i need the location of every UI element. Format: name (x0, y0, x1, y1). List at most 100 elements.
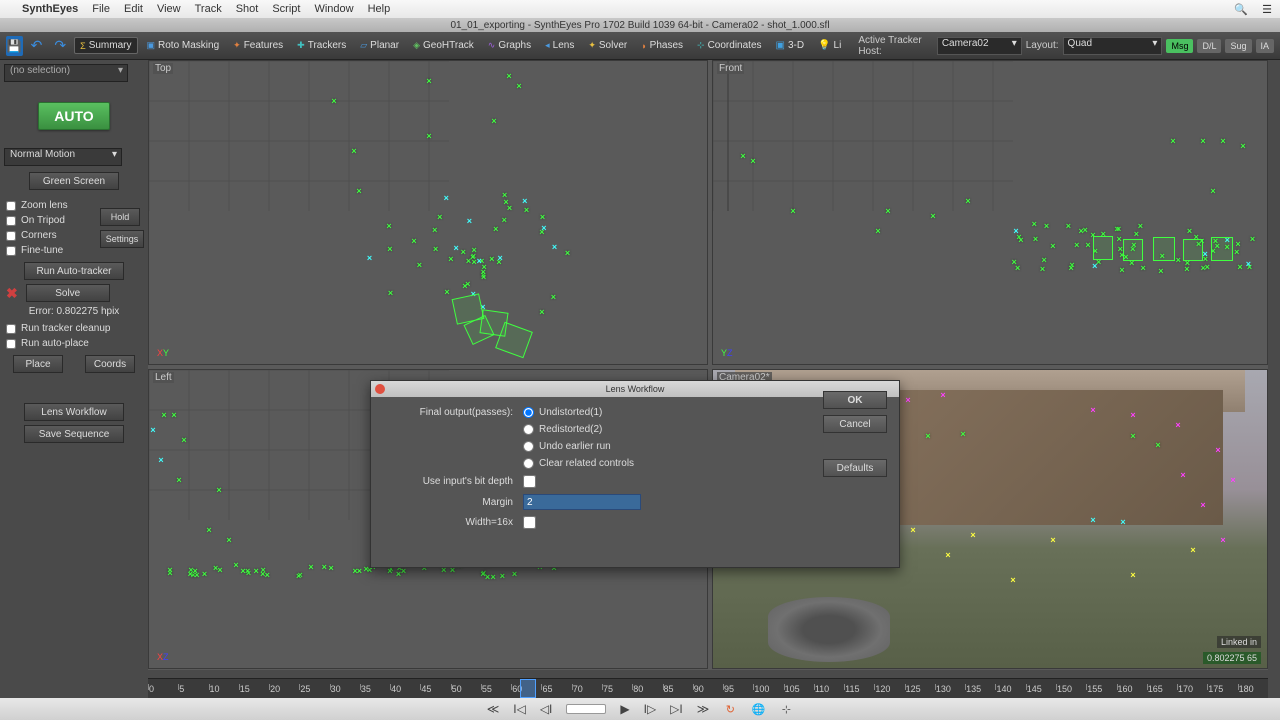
menu-window[interactable]: Window (314, 3, 353, 15)
timeline-tick[interactable]: 0 (148, 684, 178, 694)
tracker-marker[interactable]: × (522, 196, 527, 206)
timeline-tick[interactable]: 50 (451, 684, 481, 694)
timeline-tick[interactable]: 115 (844, 684, 874, 694)
tracker-marker[interactable]: × (167, 565, 172, 575)
tracker-marker[interactable]: × (539, 307, 544, 317)
tracker-marker[interactable]: × (506, 71, 511, 81)
tracker-marker[interactable]: × (1200, 500, 1205, 510)
tracker-marker[interactable]: × (245, 566, 250, 576)
menu-help[interactable]: Help (368, 3, 391, 15)
chip-ia[interactable]: IA (1256, 39, 1275, 53)
viewport-top[interactable]: Top ××××××××××××××××××××××××××××××××××××… (148, 60, 708, 365)
tracker-marker[interactable]: × (1246, 259, 1251, 269)
timeline-tick[interactable]: 95 (723, 684, 753, 694)
timeline-tick[interactable]: 80 (632, 684, 662, 694)
dialog-titlebar[interactable]: Lens Workflow (371, 381, 899, 397)
tracker-marker[interactable]: × (356, 186, 361, 196)
tracker-marker[interactable]: × (171, 410, 176, 420)
tracker-marker[interactable]: × (965, 196, 970, 206)
tracker-marker[interactable]: × (1187, 226, 1192, 236)
tracker-marker[interactable]: × (1170, 136, 1175, 146)
tab-roto[interactable]: ▣Roto Masking (142, 38, 225, 53)
tracker-marker[interactable]: × (1200, 136, 1205, 146)
tracker-marker[interactable]: × (1069, 263, 1074, 273)
close-icon[interactable] (375, 384, 385, 394)
ok-button[interactable]: OK (823, 391, 887, 409)
tracker-marker[interactable]: × (206, 525, 211, 535)
tracker-marker[interactable]: × (192, 566, 197, 576)
timeline-tick[interactable]: 35 (360, 684, 390, 694)
tracker-marker[interactable]: × (453, 243, 458, 253)
tracker-marker[interactable]: × (1130, 570, 1135, 580)
tracker-marker[interactable]: × (417, 260, 422, 270)
tracker-marker[interactable]: × (432, 225, 437, 235)
tab-3d[interactable]: ▣3-D (771, 38, 810, 53)
step-fwd-icon[interactable]: I▷ (644, 702, 657, 716)
tracker-marker[interactable]: × (1250, 234, 1255, 244)
tracker-marker[interactable]: × (1078, 226, 1083, 236)
play-icon[interactable]: ▶ (620, 702, 629, 716)
tracker-marker[interactable]: × (448, 254, 453, 264)
timeline-tick[interactable]: 160 (1117, 684, 1147, 694)
active-tracker-select[interactable]: Camera02 (937, 37, 1022, 55)
tracker-marker[interactable]: × (1090, 405, 1095, 415)
tracker-marker[interactable]: × (481, 267, 486, 277)
tab-li[interactable]: 💡Li (813, 38, 846, 53)
first-frame-icon[interactable]: ≪ (487, 702, 500, 716)
timeline-tick[interactable]: 45 (420, 684, 450, 694)
hold-button[interactable]: Hold (100, 208, 140, 226)
tracker-marker[interactable]: × (1033, 234, 1038, 244)
target-icon[interactable]: ⊹ (779, 702, 793, 716)
tracker-marker[interactable]: × (351, 146, 356, 156)
tracker-marker[interactable]: × (158, 455, 163, 465)
motion-select[interactable]: Normal Motion (4, 148, 122, 166)
cleanup-checkbox[interactable] (6, 324, 16, 334)
autoplace-checkbox[interactable] (6, 339, 16, 349)
tracker-marker[interactable]: × (940, 390, 945, 400)
tracker-marker[interactable]: × (485, 572, 490, 582)
tracker-marker[interactable]: × (357, 566, 362, 576)
undo-icon[interactable]: ↶ (31, 37, 43, 54)
timeline-tick[interactable]: 125 (905, 684, 935, 694)
cancel-button[interactable]: Cancel (823, 415, 887, 433)
tracker-marker[interactable]: × (240, 566, 245, 576)
timeline-tick[interactable]: 130 (935, 684, 965, 694)
tracker-marker[interactable]: × (322, 562, 327, 572)
on-tripod-checkbox[interactable] (6, 216, 16, 226)
chip-sug[interactable]: Sug (1225, 39, 1251, 53)
tab-solver[interactable]: ✦Solver (583, 38, 632, 53)
timeline-tick[interactable]: 165 (1147, 684, 1177, 694)
tracker-marker[interactable]: × (1130, 410, 1135, 420)
timeline-tick[interactable]: 100 (753, 684, 783, 694)
fine-tune-checkbox[interactable] (6, 246, 16, 256)
tracker-marker[interactable]: × (905, 395, 910, 405)
menu-icon[interactable]: ☰ (1262, 3, 1272, 16)
tracker-marker[interactable]: × (1158, 266, 1163, 276)
loop-icon[interactable]: ↻ (723, 702, 737, 716)
tracker-marker[interactable]: × (524, 205, 529, 215)
timeline-tick[interactable]: 75 (602, 684, 632, 694)
tracker-marker[interactable]: × (433, 244, 438, 254)
tracker-marker[interactable]: × (1155, 440, 1160, 450)
timeline-tick[interactable]: 85 (663, 684, 693, 694)
tracker-marker[interactable]: × (960, 429, 965, 439)
tracker-marker[interactable]: × (910, 525, 915, 535)
prev-key-icon[interactable]: I◁ (513, 702, 526, 716)
shuttle-slider[interactable] (566, 704, 606, 714)
tracker-marker[interactable]: × (500, 571, 505, 581)
tracker-marker[interactable]: × (1141, 263, 1146, 273)
tracker-marker[interactable]: × (491, 116, 496, 126)
tracker-marker[interactable]: × (551, 292, 556, 302)
viewport-front[interactable]: Front ××××××××××××××××××××××××××××××××××… (712, 60, 1268, 365)
tracker-marker[interactable]: × (265, 570, 270, 580)
save-icon[interactable]: 💾 (6, 36, 23, 56)
margin-input[interactable] (523, 494, 641, 510)
tracker-marker[interactable]: × (226, 535, 231, 545)
timeline-tick[interactable]: 175 (1207, 684, 1237, 694)
timeline-tick[interactable]: 10 (209, 684, 239, 694)
timeline-tick[interactable]: 70 (572, 684, 602, 694)
timeline-tick[interactable]: 110 (814, 684, 844, 694)
timeline-tick[interactable]: 170 (1177, 684, 1207, 694)
timeline-tick[interactable]: 120 (874, 684, 904, 694)
zoom-lens-checkbox[interactable] (6, 201, 16, 211)
